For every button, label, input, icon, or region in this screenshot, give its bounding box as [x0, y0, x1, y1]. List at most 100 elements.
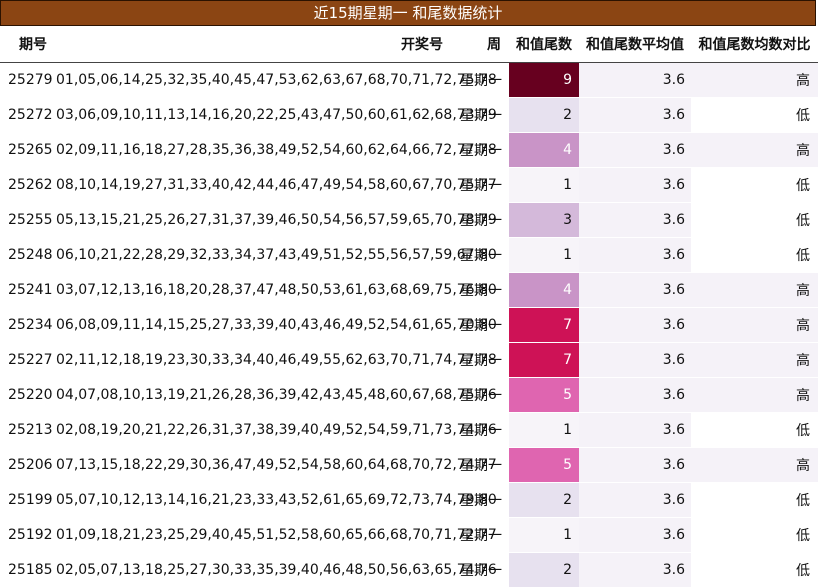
table-row: 25262 08,10,14,19,27,31,33,40,42,44,46,47…: [0, 167, 818, 203]
stats-table: 期号 开奖号 周 和值尾数 和值尾数平均值 和值尾数均数对比 25279 01,0…: [0, 26, 818, 588]
numbers-cell: 05,07,10,12,13,14,16,21,23,33,43,52,61,6…: [56, 482, 497, 518]
issue-cell: 25272: [0, 97, 56, 133]
numbers-cell: 02,11,12,18,19,23,30,33,34,40,46,49,55,6…: [56, 342, 497, 378]
week-cell: 星期一: [455, 62, 509, 98]
table-row: 25213 02,08,19,20,21,22,26,31,37,38,39,40…: [0, 412, 818, 448]
avg-cell: 3.6: [579, 202, 691, 238]
sum-tail-cell: 4: [509, 272, 579, 308]
compare-cell: 高: [691, 307, 818, 343]
numbers-cell: 06,10,21,22,28,29,32,33,34,37,43,49,51,5…: [56, 237, 497, 273]
avg-cell: 3.6: [579, 342, 691, 378]
sum-tail-cell: 5: [509, 447, 579, 483]
week-cell: 星期一: [455, 202, 509, 238]
issue-cell: 25220: [0, 377, 56, 413]
header-compare: 和值尾数均数对比: [691, 26, 818, 63]
table-row: 25255 05,13,15,21,25,26,27,31,37,39,46,50…: [0, 202, 818, 238]
avg-cell: 3.6: [579, 552, 691, 588]
numbers-cell: 03,07,12,13,16,18,20,28,37,47,48,50,53,6…: [56, 272, 497, 308]
table-row: 25241 03,07,12,13,16,18,20,28,37,47,48,50…: [0, 272, 818, 308]
numbers-cell: 08,10,14,19,27,31,33,40,42,44,46,47,49,5…: [56, 167, 497, 203]
week-cell: 星期一: [455, 447, 509, 483]
sum-tail-cell: 4: [509, 132, 579, 168]
issue-cell: 25241: [0, 272, 56, 308]
avg-cell: 3.6: [579, 482, 691, 518]
numbers-cell: 04,07,08,10,13,19,21,26,28,36,39,42,43,4…: [56, 377, 497, 413]
avg-cell: 3.6: [579, 412, 691, 448]
compare-cell: 低: [691, 202, 818, 238]
avg-cell: 3.6: [579, 167, 691, 203]
header-week: 周: [455, 26, 509, 63]
compare-cell: 高: [691, 62, 818, 98]
sum-tail-cell: 3: [509, 202, 579, 238]
numbers-cell: 01,09,18,21,23,25,29,40,45,51,52,58,60,6…: [56, 517, 497, 553]
header-issue: 期号: [0, 26, 56, 63]
table-row: 25192 01,09,18,21,23,25,29,40,45,51,52,58…: [0, 517, 818, 553]
sum-tail-cell: 2: [509, 97, 579, 133]
week-cell: 星期一: [455, 272, 509, 308]
week-cell: 星期一: [455, 342, 509, 378]
numbers-cell: 03,06,09,10,11,13,14,16,20,22,25,43,47,5…: [56, 97, 497, 133]
table-row: 25220 04,07,08,10,13,19,21,26,28,36,39,42…: [0, 377, 818, 413]
compare-cell: 高: [691, 272, 818, 308]
compare-cell: 低: [691, 552, 818, 588]
table-title: 近15期星期一 和尾数据统计: [0, 0, 816, 26]
compare-cell: 低: [691, 482, 818, 518]
issue-cell: 25248: [0, 237, 56, 273]
table-row: 25272 03,06,09,10,11,13,14,16,20,22,25,43…: [0, 97, 818, 133]
issue-cell: 25227: [0, 342, 56, 378]
avg-cell: 3.6: [579, 307, 691, 343]
sum-tail-cell: 9: [509, 62, 579, 98]
issue-cell: 25192: [0, 517, 56, 553]
avg-cell: 3.6: [579, 272, 691, 308]
issue-cell: 25255: [0, 202, 56, 238]
week-cell: 星期一: [455, 167, 509, 203]
numbers-cell: 02,08,19,20,21,22,26,31,37,38,39,40,49,5…: [56, 412, 497, 448]
compare-cell: 高: [691, 377, 818, 413]
sum-tail-cell: 1: [509, 237, 579, 273]
week-cell: 星期一: [455, 482, 509, 518]
issue-cell: 25206: [0, 447, 56, 483]
table-row: 25227 02,11,12,18,19,23,30,33,34,40,46,49…: [0, 342, 818, 378]
table-row: 25248 06,10,21,22,28,29,32,33,34,37,43,49…: [0, 237, 818, 273]
table-row: 25234 06,08,09,11,14,15,25,27,33,39,40,43…: [0, 307, 818, 343]
issue-cell: 25213: [0, 412, 56, 448]
issue-cell: 25185: [0, 552, 56, 588]
header-numbers: 开奖号: [56, 26, 455, 63]
numbers-cell: 02,09,11,16,18,27,28,35,36,38,49,52,54,6…: [56, 132, 497, 168]
header-row: 期号 开奖号 周 和值尾数 和值尾数平均值 和值尾数均数对比: [0, 26, 818, 63]
header-avg: 和值尾数平均值: [579, 26, 691, 63]
sum-tail-cell: 7: [509, 307, 579, 343]
compare-cell: 低: [691, 237, 818, 273]
issue-cell: 25234: [0, 307, 56, 343]
compare-cell: 低: [691, 412, 818, 448]
table-row: 25265 02,09,11,16,18,27,28,35,36,38,49,52…: [0, 132, 818, 168]
numbers-cell: 07,13,15,18,22,29,30,36,47,49,52,54,58,6…: [56, 447, 497, 483]
avg-cell: 3.6: [579, 132, 691, 168]
sum-tail-cell: 1: [509, 167, 579, 203]
table-row: 25185 02,05,07,13,18,25,27,30,33,35,39,40…: [0, 552, 818, 588]
sum-tail-cell: 5: [509, 377, 579, 413]
sum-tail-cell: 1: [509, 517, 579, 553]
week-cell: 星期一: [455, 307, 509, 343]
compare-cell: 低: [691, 517, 818, 553]
avg-cell: 3.6: [579, 377, 691, 413]
issue-cell: 25279: [0, 62, 56, 98]
week-cell: 星期一: [455, 377, 509, 413]
week-cell: 星期一: [455, 132, 509, 168]
table-row: 25279 01,05,06,14,25,32,35,40,45,47,53,62…: [0, 62, 818, 98]
week-cell: 星期一: [455, 517, 509, 553]
avg-cell: 3.6: [579, 237, 691, 273]
compare-cell: 高: [691, 132, 818, 168]
week-cell: 星期一: [455, 552, 509, 588]
numbers-cell: 01,05,06,14,25,32,35,40,45,47,53,62,63,6…: [56, 62, 497, 98]
avg-cell: 3.6: [579, 62, 691, 98]
numbers-cell: 05,13,15,21,25,26,27,31,37,39,46,50,54,5…: [56, 202, 497, 238]
compare-cell: 低: [691, 97, 818, 133]
sum-tail-cell: 2: [509, 552, 579, 588]
sum-tail-cell: 7: [509, 342, 579, 378]
numbers-cell: 02,05,07,13,18,25,27,30,33,35,39,40,46,4…: [56, 552, 497, 588]
compare-cell: 高: [691, 447, 818, 483]
issue-cell: 25265: [0, 132, 56, 168]
numbers-cell: 06,08,09,11,14,15,25,27,33,39,40,43,46,4…: [56, 307, 497, 343]
week-cell: 星期一: [455, 237, 509, 273]
